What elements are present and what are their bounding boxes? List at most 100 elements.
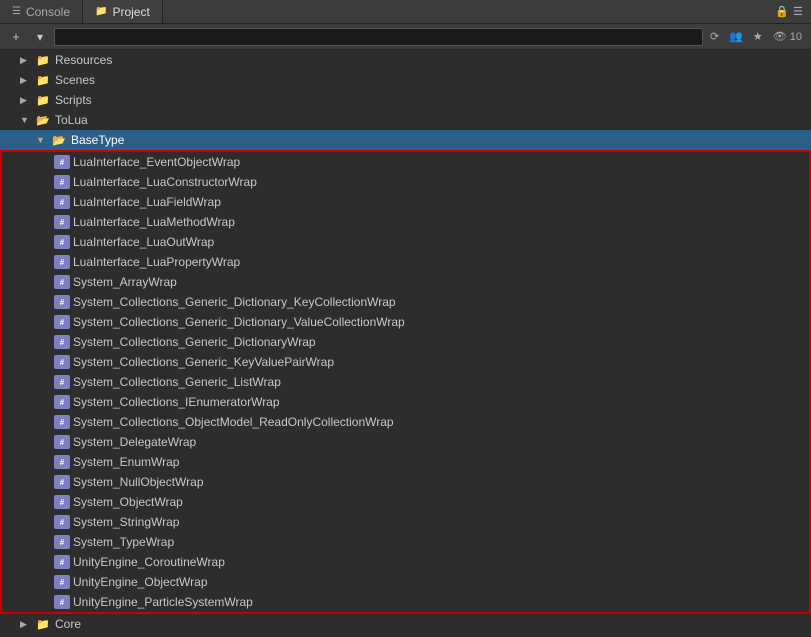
arrow-basetype <box>36 133 50 147</box>
label-f20: System_TypeWrap <box>73 535 174 549</box>
tree-item-f5[interactable]: # LuaInterface_LuaOutWrap <box>2 232 809 252</box>
cs-icon-f3: # <box>54 195 70 209</box>
label-basetype: BaseType <box>71 133 124 147</box>
label-f7: System_ArrayWrap <box>73 275 177 289</box>
tab-console-label: Console <box>26 5 70 19</box>
label-f1: LuaInterface_EventObjectWrap <box>73 155 240 169</box>
cs-icon-f12: # <box>54 375 70 389</box>
tree-item-scripts[interactable]: Scripts <box>0 90 811 110</box>
cs-icon-f22: # <box>54 575 70 589</box>
cs-icon-f20: # <box>54 535 70 549</box>
label-f6: LuaInterface_LuaPropertyWrap <box>73 255 240 269</box>
cs-icon-f2: # <box>54 175 70 189</box>
label-f3: LuaInterface_LuaFieldWrap <box>73 195 221 209</box>
lock-icon[interactable]: 🔒 <box>775 5 789 18</box>
tree-item-f11[interactable]: # System_Collections_Generic_KeyValuePai… <box>2 352 809 372</box>
cs-icon-f7: # <box>54 275 70 289</box>
tree-item-basetype[interactable]: BaseType <box>0 130 811 150</box>
folder-icon-scripts <box>36 93 52 107</box>
collaborate-icon[interactable]: 👥 <box>726 28 746 45</box>
toolbar-right: ⟳ 👥 ★ 👁 10 <box>707 28 805 45</box>
tree-item-f21[interactable]: # UnityEngine_CoroutineWrap <box>2 552 809 572</box>
folder-icon-tolua <box>36 113 52 127</box>
refresh-icon[interactable]: ⟳ <box>707 28 722 45</box>
label-resources: Resources <box>55 53 112 67</box>
cs-icon-f19: # <box>54 515 70 529</box>
folder-icon-scenes <box>36 73 52 87</box>
tab-project[interactable]: 📁 Project <box>83 0 163 23</box>
label-scenes: Scenes <box>55 73 95 87</box>
label-f17: System_NullObjectWrap <box>73 475 204 489</box>
folder-icon-core <box>36 617 52 631</box>
cs-icon-f21: # <box>54 555 70 569</box>
tree-item-f3[interactable]: # LuaInterface_LuaFieldWrap <box>2 192 809 212</box>
arrow-scenes <box>20 73 34 87</box>
label-f22: UnityEngine_ObjectWrap <box>73 575 208 589</box>
cs-icon-f5: # <box>54 235 70 249</box>
label-f18: System_ObjectWrap <box>73 495 183 509</box>
tree-item-f18[interactable]: # System_ObjectWrap <box>2 492 809 512</box>
label-f9: System_Collections_Generic_Dictionary_Va… <box>73 315 405 329</box>
folder-icon-basetype <box>52 133 68 147</box>
arrow-core <box>20 617 34 631</box>
tree-item-scenes[interactable]: Scenes <box>0 70 811 90</box>
tree-item-f4[interactable]: # LuaInterface_LuaMethodWrap <box>2 212 809 232</box>
label-f21: UnityEngine_CoroutineWrap <box>73 555 225 569</box>
cs-icon-f16: # <box>54 455 70 469</box>
tree-item-f15[interactable]: # System_DelegateWrap <box>2 432 809 452</box>
tree-item-f1[interactable]: # LuaInterface_EventObjectWrap <box>2 152 809 172</box>
tree-panel[interactable]: Resources Scenes Scripts ToLua BaseType <box>0 50 811 637</box>
cs-icon-f10: # <box>54 335 70 349</box>
tree-item-f8[interactable]: # System_Collections_Generic_Dictionary_… <box>2 292 809 312</box>
console-tab-icon: ☰ <box>12 6 21 17</box>
arrow-scripts <box>20 93 34 107</box>
tree-item-f17[interactable]: # System_NullObjectWrap <box>2 472 809 492</box>
basetype-contents: # LuaInterface_EventObjectWrap # LuaInte… <box>0 150 811 614</box>
tree-item-tolua[interactable]: ToLua <box>0 110 811 130</box>
label-tolua: ToLua <box>55 113 88 127</box>
tree-item-f13[interactable]: # System_Collections_IEnumeratorWrap <box>2 392 809 412</box>
folder-icon-resources <box>36 53 52 67</box>
tree-item-f2[interactable]: # LuaInterface_LuaConstructorWrap <box>2 172 809 192</box>
label-core: Core <box>55 617 81 631</box>
add-button[interactable]: + <box>6 27 26 47</box>
tree-item-f16[interactable]: # System_EnumWrap <box>2 452 809 472</box>
search-input[interactable] <box>54 28 703 46</box>
cs-icon-f23: # <box>54 595 70 609</box>
add-dropdown-button[interactable]: ▾ <box>30 27 50 47</box>
tree-item-f7[interactable]: # System_ArrayWrap <box>2 272 809 292</box>
project-tab-icon: 📁 <box>95 6 107 17</box>
cs-icon-f17: # <box>54 475 70 489</box>
cs-icon-f9: # <box>54 315 70 329</box>
toolbar: + ▾ ⟳ 👥 ★ 👁 10 <box>0 24 811 50</box>
label-f12: System_Collections_Generic_ListWrap <box>73 375 281 389</box>
tree-item-resources[interactable]: Resources <box>0 50 811 70</box>
tree-item-f12[interactable]: # System_Collections_Generic_ListWrap <box>2 372 809 392</box>
tab-project-label: Project <box>112 5 149 19</box>
tree-item-f14[interactable]: # System_Collections_ObjectModel_ReadOnl… <box>2 412 809 432</box>
tree-item-f9[interactable]: # System_Collections_Generic_Dictionary_… <box>2 312 809 332</box>
main-content: Resources Scenes Scripts ToLua BaseType <box>0 50 811 637</box>
cs-icon-f13: # <box>54 395 70 409</box>
label-scripts: Scripts <box>55 93 92 107</box>
tree-item-f23[interactable]: # UnityEngine_ParticleSystemWrap <box>2 592 809 612</box>
cs-icon-f8: # <box>54 295 70 309</box>
tree-item-f6[interactable]: # LuaInterface_LuaPropertyWrap <box>2 252 809 272</box>
label-f19: System_StringWrap <box>73 515 179 529</box>
label-f4: LuaInterface_LuaMethodWrap <box>73 215 235 229</box>
visibility-count[interactable]: 👁 10 <box>770 28 805 45</box>
tree-item-f22[interactable]: # UnityEngine_ObjectWrap <box>2 572 809 592</box>
label-f15: System_DelegateWrap <box>73 435 196 449</box>
tree-item-f19[interactable]: # System_StringWrap <box>2 512 809 532</box>
cs-icon-f4: # <box>54 215 70 229</box>
tree-item-f10[interactable]: # System_Collections_Generic_DictionaryW… <box>2 332 809 352</box>
arrow-resources <box>20 53 34 67</box>
favorite-icon[interactable]: ★ <box>750 28 766 45</box>
cs-icon-f15: # <box>54 435 70 449</box>
label-f8: System_Collections_Generic_Dictionary_Ke… <box>73 295 396 309</box>
tab-console[interactable]: ☰ Console <box>0 0 83 23</box>
cs-icon-f6: # <box>54 255 70 269</box>
tree-item-core[interactable]: Core <box>0 614 811 634</box>
tab-menu-icon[interactable]: ☰ <box>793 5 803 18</box>
tree-item-f20[interactable]: # System_TypeWrap <box>2 532 809 552</box>
